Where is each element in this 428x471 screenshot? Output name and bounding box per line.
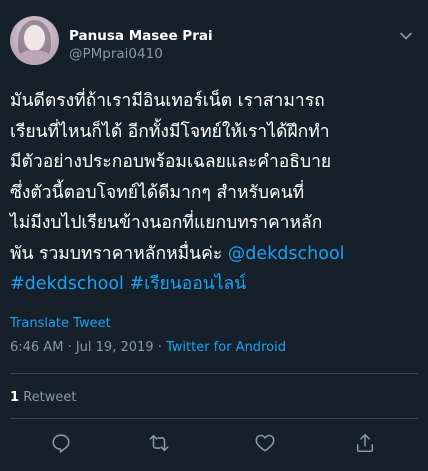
like-icon[interactable] [254,432,278,456]
tweet-text-line: #dekdschool #เรียนออนไลน์ [10,269,420,300]
tweet-text-line: ไม่มีงบไปเรียนข้างนอกที่แยกบทราคาหลัก [10,208,420,239]
retweet-count: 1 [10,390,20,405]
hashtag-link[interactable]: #dekdschool [10,274,124,294]
retweet-label: Retweet [23,390,77,405]
tweet-text-segment: ไม่มีงบไปเรียนข้างนอกที่แยกบทราคาหลัก [10,213,323,233]
tweet-text-line: ซึ่งตัวนี้ตอบโจทย์ได้ดีมากๆ สำหรับคนที่ [10,178,420,209]
meta-separator: · [63,340,76,355]
author-handle[interactable]: @PMprai0410 [69,45,213,63]
tweet-text-segment: มันดีตรงที่ถ้าเรามีอินเทอร์เน็ต เราสามาร… [10,91,325,111]
share-icon[interactable] [354,432,378,456]
avatar-body [16,50,53,65]
chevron-down-icon[interactable] [398,28,414,44]
tweet-text-line: พัน รวมบทราคาหลักหมื่นค่ะ @dekdschool [10,239,420,270]
tweet-header: Panusa Masee Prai @PMprai0410 [10,16,418,68]
tweet-actions [0,432,428,458]
tweet-card: Panusa Masee Prai @PMprai0410 มันดีตรงที… [0,0,428,471]
tweet-text-segment: มีตัวอย่างประกอบพร้อมเฉลยและคำอธิบาย [10,152,332,172]
avatar-face [24,25,45,51]
author-display-name[interactable]: Panusa Masee Prai [69,28,213,45]
tweet-text-segment: พัน รวมบทราคาหลักหมื่นค่ะ [10,243,228,264]
divider [10,418,418,419]
divider [10,373,418,374]
tweet-text-line: มันดีตรงที่ถ้าเรามีอินเทอร์เน็ต เราสามาร… [10,86,420,117]
tweet-date[interactable]: Jul 19, 2019 [76,340,154,355]
mention-link[interactable]: @dekdschool [228,244,345,264]
tweet-meta: 6:46 AM · Jul 19, 2019 · Twitter for And… [10,340,286,355]
translate-tweet-link[interactable]: Translate Tweet [10,316,111,331]
hashtag-link[interactable]: #เรียนออนไลน์ [129,274,246,294]
tweet-time[interactable]: 6:46 AM [10,340,63,355]
tweet-text: มันดีตรงที่ถ้าเรามีอินเทอร์เน็ต เราสามาร… [10,86,420,300]
author-names[interactable]: Panusa Masee Prai @PMprai0410 [69,28,213,63]
retweet-icon[interactable] [148,432,172,456]
tweet-text-line: เรียนที่ไหนก็ได้ อีกทั้งมีโจทย์ให้เราได้… [10,117,420,148]
reply-icon[interactable] [50,432,74,456]
tweet-text-segment: เรียนที่ไหนก็ได้ อีกทั้งมีโจทย์ให้เราได้… [10,121,330,142]
avatar[interactable] [10,16,59,65]
tweet-source-link[interactable]: Twitter for Android [166,340,286,355]
tweet-text-line: มีตัวอย่างประกอบพร้อมเฉลยและคำอธิบาย [10,147,420,178]
retweet-stats[interactable]: 1 Retweet [10,390,76,405]
tweet-text-segment: ซึ่งตัวนี้ตอบโจทย์ได้ดีมากๆ สำหรับคนที่ [10,182,305,203]
meta-separator: · [153,340,166,355]
